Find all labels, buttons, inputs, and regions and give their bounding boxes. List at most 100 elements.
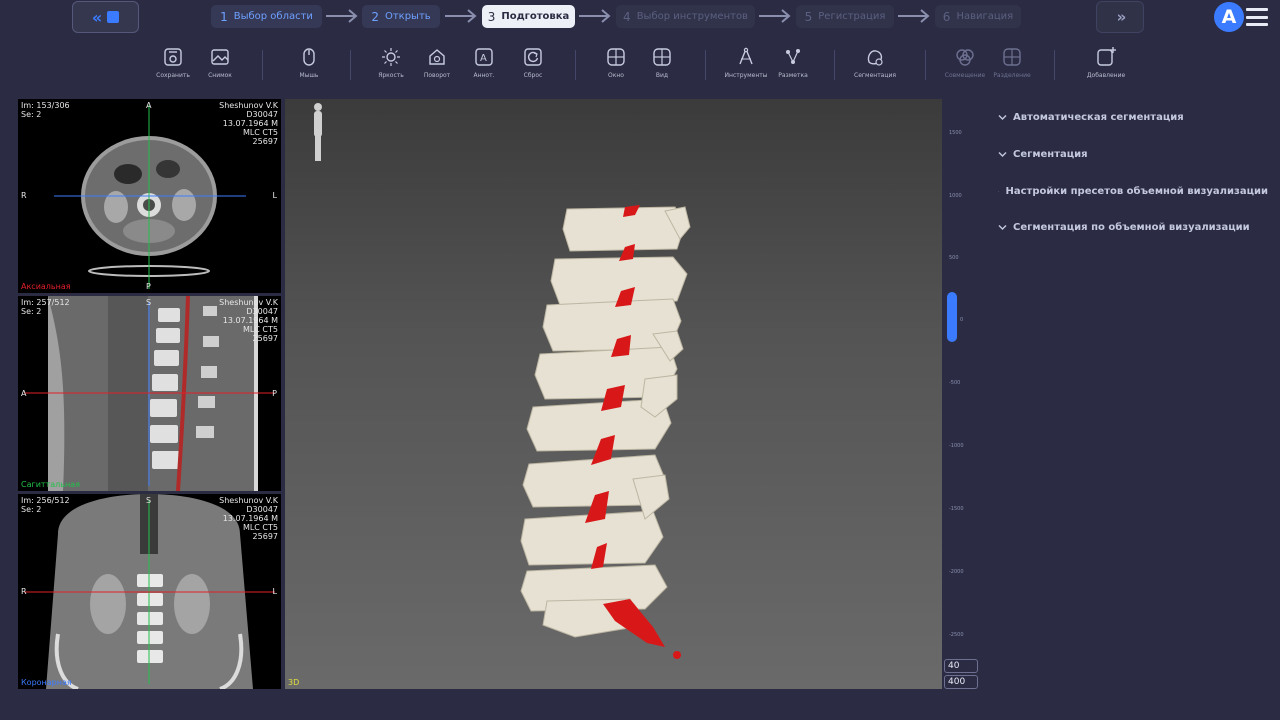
app-logo: A xyxy=(1214,2,1244,32)
auto-segmentation-section[interactable]: Автоматическая сегментация xyxy=(998,112,1268,123)
threshold-slider-handle[interactable] xyxy=(947,292,957,342)
tool-label: Аннот. xyxy=(473,72,495,79)
mouse-icon xyxy=(303,48,315,66)
coronal-viewport[interactable]: Im: 256/512 Se: 2 Sheshunov V.K D30047 13.0… xyxy=(18,494,281,689)
save-icon xyxy=(164,48,182,66)
orientation-right: P xyxy=(272,389,277,398)
step-label: Подготовка xyxy=(501,11,570,22)
annotation-icon: A xyxy=(475,48,493,66)
toolbar-divider xyxy=(834,50,835,80)
logo-letter: A xyxy=(1221,6,1237,28)
section-title: Сегментация по объемной визуализации xyxy=(1013,222,1250,233)
coronal-patient-info: Sheshunov V.K D30047 13.07.1964 M MLC CT5 25… xyxy=(219,496,278,541)
volume-presets-section[interactable]: Настройки пресетов объемной визуализации xyxy=(998,186,1268,197)
segmentation-section[interactable]: Сегментация xyxy=(998,149,1268,160)
axial-viewport[interactable]: Im: 153/306 Se: 2 Sheshunov V.K D30047 13.0… xyxy=(18,99,281,293)
toolbar-divider xyxy=(705,50,706,80)
window-grid-icon xyxy=(607,48,625,66)
app-window: « 1 Выбор области 2 Открыть 3 Подготовка… xyxy=(0,0,1280,720)
tool-label: Поворот xyxy=(423,72,451,79)
step-number: 2 xyxy=(371,9,379,24)
segmentation-button[interactable]: Сегментация xyxy=(851,46,899,79)
tool-label: Разметка xyxy=(778,72,808,79)
snapshot-button[interactable]: Снимок xyxy=(196,46,244,79)
tool-label: Окно xyxy=(608,72,624,79)
wizard-step-3[interactable]: 3 Подготовка xyxy=(482,5,575,28)
toolbar-divider xyxy=(350,50,351,80)
step-label: Регистрация xyxy=(818,11,886,22)
step-number: 4 xyxy=(623,9,631,24)
ruler-tick: 0 xyxy=(960,317,964,323)
expand-panel-button[interactable]: » xyxy=(1096,1,1144,33)
orientation-right: L xyxy=(272,191,277,200)
spine-3d-render xyxy=(314,103,691,659)
panel-square-icon xyxy=(107,11,120,23)
wizard-step-2[interactable]: 2 Открыть xyxy=(362,5,440,28)
sagittal-image-info: Im: 257/512 Se: 2 xyxy=(21,298,70,316)
tool-label: Сегментация xyxy=(854,72,896,79)
reset-icon xyxy=(524,48,542,66)
coronal-image-info: Im: 256/512 Se: 2 xyxy=(21,496,70,514)
wizard-step-1[interactable]: 1 Выбор области xyxy=(211,5,322,28)
viewport-name: Коронарная xyxy=(21,678,72,687)
orientation-top: A xyxy=(146,101,152,110)
split-button[interactable]: Разделение xyxy=(988,46,1036,79)
brightness-button[interactable]: Яркость xyxy=(367,46,415,79)
viewport-name: 3D xyxy=(288,678,300,687)
window-width-field[interactable]: 400 xyxy=(944,675,978,689)
tool-label: Яркость xyxy=(378,72,404,79)
section-title: Автоматическая сегментация xyxy=(1013,112,1184,123)
toolbar-divider xyxy=(925,50,926,80)
wizard-step-6[interactable]: 6 Навигация xyxy=(935,5,1021,28)
svg-text:A: A xyxy=(480,53,487,64)
viewport-name: Аксиальная xyxy=(21,282,71,291)
tool-label: Вид xyxy=(655,72,669,79)
save-button[interactable]: Сохранить xyxy=(149,46,197,79)
wizard-step-4[interactable]: 4 Выбор инструментов xyxy=(616,5,755,28)
step-label: Выбор инструментов xyxy=(636,11,748,22)
brightness-icon xyxy=(382,48,400,66)
mouse-tool-button[interactable]: Мышь xyxy=(285,46,333,79)
collapse-panel-button[interactable]: « xyxy=(72,1,139,33)
section-title: Сегментация xyxy=(1013,149,1088,160)
window-button[interactable]: Окно xyxy=(592,46,640,79)
ruler-tick: 1500 xyxy=(949,130,962,136)
hu-ruler: 1500 1000 500 0 -500 -1000 -1500 -2000 -… xyxy=(944,99,974,659)
volume-3d-viewport[interactable]: 3D xyxy=(285,99,942,689)
window-level-field[interactable]: 40 xyxy=(944,659,978,673)
step-arrow-icon xyxy=(445,9,477,23)
double-chevron-right-icon: » xyxy=(1116,8,1127,26)
chevron-down-icon xyxy=(998,225,1007,230)
toolbar-divider xyxy=(575,50,576,80)
viewport-name: Сагиттальная xyxy=(21,480,80,489)
chevron-down-icon xyxy=(998,115,1007,120)
chevron-down-icon xyxy=(998,191,1000,192)
ruler-tick: -500 xyxy=(949,380,961,386)
tool-label: Снимок xyxy=(208,72,232,79)
orientation-left: A xyxy=(21,389,27,398)
tool-label: Мышь xyxy=(299,72,319,79)
sagittal-viewport[interactable]: Im: 257/512 Se: 2 Sheshunov V.K D30047 13.0… xyxy=(18,296,281,491)
annotation-button[interactable]: A Аннот. xyxy=(460,46,508,79)
tool-label: Сброс xyxy=(523,72,543,79)
volume-segmentation-section[interactable]: Сегментация по объемной визуализации xyxy=(998,222,1268,233)
view-button[interactable]: Вид xyxy=(638,46,686,79)
menu-icon[interactable] xyxy=(1246,8,1268,26)
add-button[interactable]: Добавление xyxy=(1082,46,1130,79)
rotate-button[interactable]: Поворот xyxy=(413,46,461,79)
orientation-right: L xyxy=(272,587,277,596)
axial-image-info: Im: 153/306 Se: 2 xyxy=(21,101,70,119)
step-arrow-icon xyxy=(326,9,358,23)
step-number: 3 xyxy=(487,9,496,24)
ruler-tick: -2000 xyxy=(949,569,964,575)
instruments-button[interactable]: Инструменты xyxy=(722,46,770,79)
orientation-left: R xyxy=(21,587,27,596)
compass-icon xyxy=(739,47,753,65)
brain-icon xyxy=(956,49,974,66)
reset-button[interactable]: Сброс xyxy=(509,46,557,79)
wizard-step-5[interactable]: 5 Регистрация xyxy=(796,5,894,28)
markup-icon xyxy=(786,49,800,64)
merge-button[interactable]: Совмещение xyxy=(941,46,989,79)
markup-button[interactable]: Разметка xyxy=(769,46,817,79)
step-arrow-icon xyxy=(579,9,611,23)
